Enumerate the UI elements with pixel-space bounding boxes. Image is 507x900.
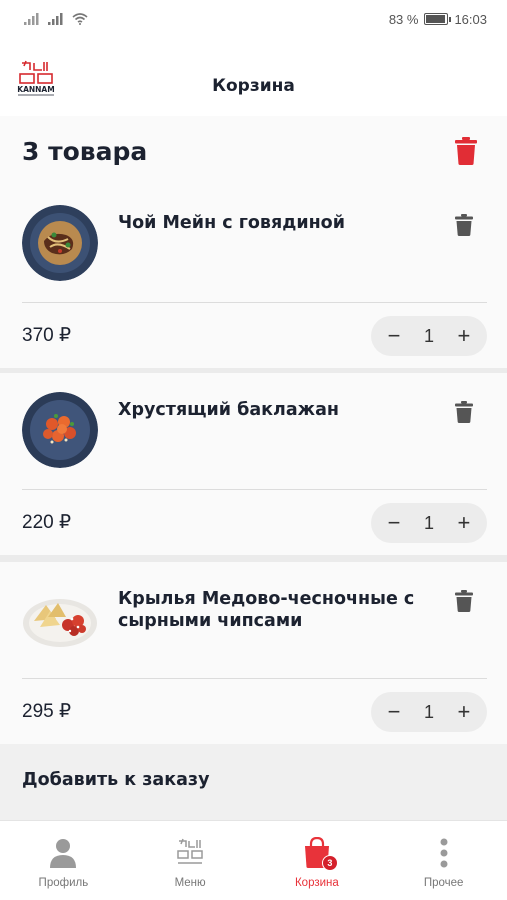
kannam-logo[interactable]: KANNAM (14, 60, 58, 100)
clear-cart-trash-icon[interactable] (455, 137, 477, 165)
item-name: Чой Мейн с говядиной (118, 213, 345, 233)
cart-item-header: Чой Мейн с говядиной (0, 186, 507, 302)
battery-icon (424, 13, 452, 25)
signal-icon-2 (48, 13, 63, 25)
tab-label: Меню (174, 877, 206, 889)
dish-image-honey-garlic-wings (23, 599, 97, 647)
bottom-tab-bar: Профиль Меню 3 Корзина Прочее (0, 820, 507, 900)
item-price: 295 ₽ (22, 701, 72, 722)
cart-item-header: Крылья Медово-чесночные с сырными чипсам… (0, 562, 507, 678)
wifi-icon (72, 13, 88, 25)
cart-bag-icon-wrap: 3 (302, 836, 338, 871)
profile-icon (50, 839, 77, 868)
quantity-value: 1 (423, 325, 434, 346)
battery-fill (426, 15, 445, 23)
logo-text: KANNAM (17, 85, 54, 94)
tab-menu[interactable]: Меню (127, 821, 254, 900)
cart-badge: 3 (321, 855, 338, 871)
remove-item-trash-icon[interactable] (455, 590, 473, 612)
clock: 16:03 (454, 11, 487, 27)
increase-button[interactable]: + (453, 701, 475, 723)
tab-label: Профиль (38, 877, 89, 889)
item-name: Крылья Медово-чесночные с сырными чипсам… (118, 589, 415, 631)
quantity-stepper: − 1 + (371, 316, 487, 356)
cart-header: 3 товара (0, 116, 507, 186)
menu-logo-icon (177, 838, 203, 864)
decrease-button[interactable]: − (383, 701, 405, 723)
divider (22, 302, 487, 303)
quantity-value: 1 (423, 512, 434, 533)
battery-percent: 83 % (388, 11, 419, 27)
status-right: 83 % 16:03 (389, 12, 487, 27)
tab-label: Корзина (294, 877, 339, 889)
tab-more[interactable]: Прочее (380, 821, 507, 900)
increase-button[interactable]: + (453, 512, 475, 534)
more-icon (440, 838, 448, 868)
tab-cart[interactable]: 3 Корзина (254, 821, 381, 900)
signal-icon (24, 13, 39, 25)
quantity-value: 1 (423, 701, 434, 722)
divider (22, 678, 487, 679)
remove-item-trash-icon[interactable] (455, 214, 473, 236)
tab-label: Прочее (423, 877, 464, 889)
divider (22, 489, 487, 490)
item-price: 220 ₽ (22, 512, 72, 533)
dish-image-beef-noodles (22, 205, 98, 281)
cart-item: Крылья Медово-чесночные с сырными чипсам… (0, 562, 507, 744)
add-to-order-section: Добавить к заказу (0, 744, 507, 820)
remove-item-trash-icon[interactable] (455, 401, 473, 423)
decrease-button[interactable]: − (383, 325, 405, 347)
increase-button[interactable]: + (453, 325, 475, 347)
app-header: KANNAM Корзина (0, 38, 507, 116)
item-price: 370 ₽ (22, 325, 72, 346)
cart-item: Хрустящий баклажан 220 ₽ − 1 + (0, 373, 507, 555)
status-signals (24, 13, 88, 25)
tab-profile[interactable]: Профиль (0, 821, 127, 900)
cart-item: Чой Мейн с говядиной 370 ₽ − 1 + (0, 186, 507, 368)
dish-image-crispy-eggplant (22, 392, 98, 468)
quantity-stepper: − 1 + (371, 503, 487, 543)
page-title: Корзина (212, 76, 295, 96)
add-to-order-title: Добавить к заказу (22, 770, 210, 790)
item-name: Хрустящий баклажан (118, 400, 339, 420)
cart-item-count: 3 товара (22, 136, 148, 166)
decrease-button[interactable]: − (383, 512, 405, 534)
quantity-stepper: − 1 + (371, 692, 487, 732)
status-bar: 83 % 16:03 (0, 0, 507, 38)
cart-item-header: Хрустящий баклажан (0, 373, 507, 489)
